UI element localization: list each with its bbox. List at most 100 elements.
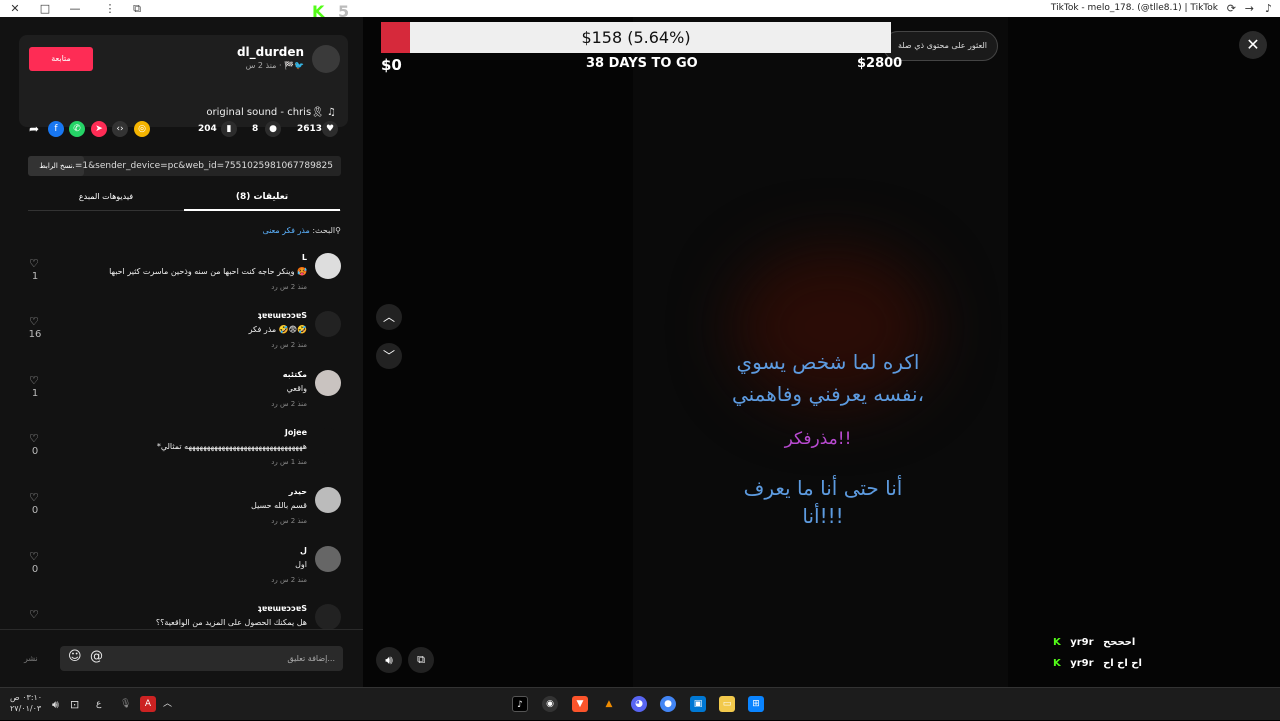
comment-likes: 16 (28, 329, 42, 340)
tray-app-icon[interactable]: A (140, 696, 156, 712)
comment-meta[interactable]: منذ 2 س رد (271, 400, 307, 408)
comment-text: واقعي (286, 384, 307, 393)
comment-user[interactable]: ʇɐɐɯɐɔɔɐS (258, 604, 307, 613)
next-video-icon[interactable]: ﹀ (376, 343, 402, 369)
windows-start-icon[interactable]: ⊞ (748, 696, 764, 712)
chat-text: اح اح اح (1103, 658, 1142, 669)
menu-icon[interactable]: ⋮ (95, 0, 125, 17)
video-player[interactable]: العثور على محتوى ذي صلة ✕ ︿ ﹀ اكره لما ش… (363, 17, 1280, 687)
follow-button[interactable]: متابعة (29, 47, 93, 71)
chat-user: yr9r (1070, 658, 1094, 669)
donation-goal-overlay: $158 (5.64%) $0 38 DAYS TO GO $2800 (381, 22, 902, 78)
comment-user[interactable]: حيدر (289, 487, 307, 496)
sound-link[interactable]: original sound - chris🎗 ♫ (206, 107, 336, 118)
comment-user[interactable]: ʇɐɐɯɐɔɔɐS (258, 311, 307, 320)
search-icon: ⚲ (335, 226, 341, 235)
donation-min: $0 (381, 56, 402, 74)
mention-icon[interactable]: @ (90, 649, 103, 664)
author-username[interactable]: dl_durden (237, 45, 304, 59)
donation-days-left: 38 DAYS TO GO (586, 56, 698, 71)
chrome-icon[interactable]: ● (660, 696, 676, 712)
avatar[interactable] (315, 487, 341, 513)
chevron-up-icon[interactable]: ︿ (163, 688, 172, 721)
search-suggestion[interactable]: البحث: مذر فكر معنى ⚲ (262, 226, 341, 235)
clock[interactable]: ٠٣:١٠ ص ٢٧/٠١/٠٣ (10, 692, 42, 714)
avatar[interactable] (315, 253, 341, 279)
clock-date: ٢٧/٠١/٠٣ (10, 704, 42, 713)
search-query[interactable]: مذر فكر معنى (262, 226, 309, 235)
comment-text: *ههههههههههههههههههههههههههههههههه تمثال… (156, 442, 307, 451)
brave-icon[interactable]: ▼ (572, 696, 588, 712)
heart-icon[interactable]: ♡ (29, 432, 39, 445)
bookmark-icon[interactable]: ▮ (221, 121, 237, 137)
whatsapp-icon[interactable]: ✆ (69, 121, 85, 137)
facebook-icon[interactable]: f (48, 121, 64, 137)
comment-meta[interactable]: منذ 2 س رد (271, 341, 307, 349)
close-window-icon[interactable]: ✕ (0, 0, 30, 17)
comment-meta[interactable]: منذ 1 س رد (271, 458, 307, 466)
heart-icon[interactable]: ♡ (29, 608, 39, 621)
store-icon[interactable]: ▣ (690, 696, 706, 712)
microphone-icon[interactable]: 🎙︎ (120, 688, 131, 721)
heart-icon[interactable]: ♥ (322, 121, 338, 137)
author-card: متابعة dl_durden منذ 2 س · 🏁🐦 original s… (19, 35, 348, 127)
heart-icon[interactable]: ♡ (29, 374, 39, 387)
network-icon[interactable]: ⊡ (70, 688, 79, 721)
refresh-icon[interactable]: ⟳ (1227, 0, 1236, 17)
comment-user[interactable]: ل (300, 546, 307, 555)
minimize-window-icon[interactable]: — (60, 0, 90, 17)
share-link-url[interactable]: ...=1&sender_device=pc&web_id=7551025981… (66, 156, 333, 176)
tab-comments[interactable]: (8) تعليقات (184, 185, 340, 211)
tiktok-icon[interactable]: ♪ (1265, 0, 1272, 17)
send-icon[interactable]: ➤ (91, 121, 107, 137)
picture-in-picture-icon[interactable]: ⧉ (408, 647, 434, 673)
forward-icon[interactable]: → (1245, 0, 1254, 17)
kick-viewer-count: 5 (338, 2, 350, 21)
comment-placeholder: إضافة تعليق... (287, 654, 335, 663)
embed-icon[interactable]: ‹› (112, 121, 128, 137)
avatar[interactable] (315, 311, 341, 337)
avatar[interactable] (315, 546, 341, 572)
heart-icon[interactable]: ♡ (29, 491, 39, 504)
comment-text: وينكر حاجه كنت احبها من سنه وذحين ماسرت … (109, 267, 307, 276)
heart-icon[interactable]: ♡ (29, 315, 39, 328)
share-arrow-icon[interactable]: ➦ (26, 121, 42, 137)
donation-progress-bar: $158 (5.64%) (381, 22, 891, 53)
comment-meta[interactable]: منذ 2 س رد (271, 283, 307, 291)
comment-list: L وينكر حاجه كنت احبها من سنه وذحين ماسر… (0, 249, 363, 629)
file-explorer-icon[interactable]: ▭ (719, 696, 735, 712)
avatar[interactable] (315, 428, 341, 454)
comment-item: ʇɐɐɯɐɔɔɐS مذر فكر 🤣😨🤣 منذ 2 س رد ♡ 16 (0, 307, 363, 365)
obs-icon[interactable]: ◉ (542, 696, 558, 712)
comment-item: حيدر قسم بالله حسيل منذ 2 س رد ♡ 0 (0, 483, 363, 541)
emoji-icon[interactable]: ☺ (68, 649, 82, 664)
avatar[interactable] (315, 370, 341, 396)
comment-user[interactable]: L (302, 253, 307, 262)
post-button[interactable]: نشر (24, 654, 38, 663)
coin-icon[interactable]: ◎ (134, 121, 150, 137)
comment-meta[interactable]: منذ 2 س رد (271, 576, 307, 584)
kick-icon: K (1053, 658, 1061, 669)
comment-icon[interactable]: ● (265, 121, 281, 137)
extensions-icon[interactable]: ⧉ (122, 0, 152, 17)
language-indicator[interactable]: ع (96, 688, 101, 721)
heart-icon[interactable]: ♡ (29, 550, 39, 563)
tabs: فيديوهات المبدع (8) تعليقات (28, 185, 341, 211)
vlc-icon[interactable]: ▲ (601, 696, 617, 712)
comment-user[interactable]: مكتئبه (283, 370, 307, 379)
comment-input[interactable]: ☺ @ إضافة تعليق... (60, 646, 343, 671)
avatar[interactable] (315, 604, 341, 629)
heart-icon[interactable]: ♡ (29, 257, 39, 270)
tab-creator-videos[interactable]: فيديوهات المبدع (28, 185, 184, 211)
speaker-icon[interactable]: 🔊︎ (52, 688, 59, 721)
comment-likes: 1 (31, 271, 39, 282)
tiktok-app-icon[interactable]: ♪ (512, 696, 528, 712)
discord-icon[interactable]: ◕ (631, 696, 647, 712)
close-icon[interactable]: ✕ (1239, 31, 1267, 59)
previous-video-icon[interactable]: ︿ (376, 304, 402, 330)
comment-user[interactable]: Jojee (285, 428, 307, 437)
volume-icon[interactable]: 🔊︎ (376, 647, 402, 673)
maximize-window-icon[interactable]: □ (30, 0, 60, 17)
comment-meta[interactable]: منذ 2 س رد (271, 517, 307, 525)
author-avatar[interactable] (312, 45, 340, 73)
